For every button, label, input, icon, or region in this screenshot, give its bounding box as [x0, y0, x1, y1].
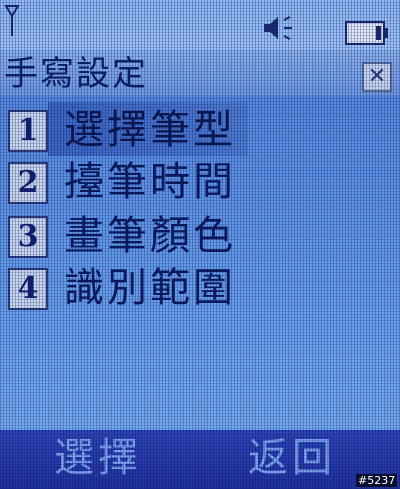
status-bar [0, 0, 400, 50]
battery-icon [345, 21, 388, 45]
menu-item-pen-lift-time[interactable]: 2 擡筆時間 [0, 152, 400, 212]
menu-item-label: 擡筆時間 [64, 159, 236, 205]
back-softkey[interactable]: 返回 [248, 432, 336, 484]
close-button[interactable]: ✕ [362, 62, 392, 92]
menu-item-recognition-range[interactable]: 4 識別範圍 [0, 258, 400, 318]
menu-item-number: 3 [8, 216, 48, 258]
menu-item-label: 識別範圍 [64, 265, 236, 311]
menu-item-number: 2 [8, 162, 48, 204]
close-icon: ✕ [367, 64, 387, 89]
page-title: 手寫設定 [4, 54, 148, 94]
title-bar: 手寫設定 [0, 50, 400, 96]
phone-screen: 手寫設定 ✕ 1 選擇筆型 2 擡筆時間 3 畫筆顏色 4 識別範圍 選擇 返回… [0, 0, 400, 489]
signal-icon [4, 5, 20, 36]
menu-item-label: 畫筆顏色 [64, 213, 236, 259]
menu-item-select-pen-type[interactable]: 1 選擇筆型 [0, 100, 400, 160]
menu-item-label: 選擇筆型 [64, 107, 236, 153]
menu-item-pen-color[interactable]: 3 畫筆顏色 [0, 206, 400, 266]
watermark: #5237 [356, 474, 398, 487]
select-softkey[interactable]: 選擇 [54, 432, 142, 484]
speaker-icon [264, 16, 292, 40]
menu-item-number: 4 [8, 268, 48, 310]
softkey-bar: 選擇 返回 [0, 430, 400, 489]
menu-item-number: 1 [8, 110, 48, 152]
